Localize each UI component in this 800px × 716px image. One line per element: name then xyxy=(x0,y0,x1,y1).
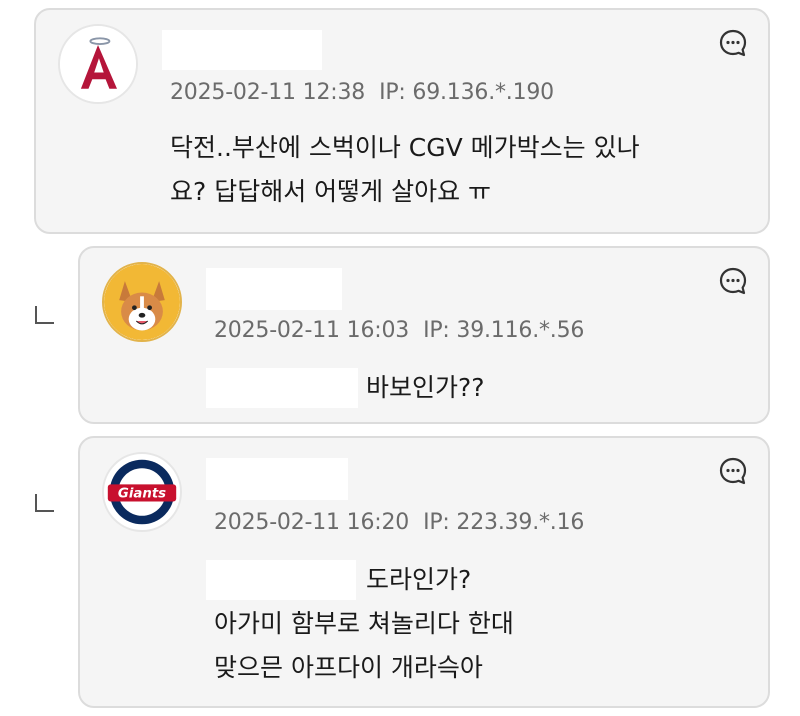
comment-line: 맞으믄 아프다이 개라슥아 xyxy=(214,653,483,682)
redacted-mention xyxy=(206,368,358,408)
avatar-wordmark: Giants xyxy=(118,487,166,502)
comment-ip: IP: 69.136.*.190 xyxy=(379,80,554,105)
redacted-mention xyxy=(206,560,356,600)
avatar-giants-logo[interactable]: Giants xyxy=(102,452,182,532)
comment-ip: IP: 39.116.*.56 xyxy=(423,318,585,343)
comment-body: 아가미 함부로 쳐놀리다 한대 맞으믄 아프다이 개라슥아 xyxy=(214,602,514,690)
avatar-angels-logo[interactable]: A xyxy=(58,24,138,104)
redacted-username xyxy=(162,30,322,70)
comment-date: 2025-02-11 16:20 xyxy=(214,510,410,535)
comment-card-3: Giants 2025-02-11 16:20 IP: 223.39.*.16 도… xyxy=(78,436,770,708)
redacted-username xyxy=(206,268,342,310)
comment-reply-icon[interactable] xyxy=(718,28,748,58)
comment-meta: 2025-02-11 16:20 IP: 223.39.*.16 xyxy=(214,510,584,535)
comment-ip: IP: 223.39.*.16 xyxy=(423,510,585,535)
comment-line: 바보인가?? xyxy=(366,373,485,402)
comment-line: 닥전..부산에 스벅이나 CGV 메가박스는 있나 xyxy=(170,133,640,162)
comment-body: 바보인가?? xyxy=(366,366,485,410)
avatar-dog[interactable] xyxy=(102,262,182,342)
comment-reply-icon[interactable] xyxy=(718,456,748,486)
comment-line: 요? 답답해서 어떻게 살아요 ㅠ xyxy=(170,177,492,206)
thread-reply-marker-icon xyxy=(34,306,54,326)
redacted-username xyxy=(206,458,348,500)
comment-date: 2025-02-11 12:38 xyxy=(170,80,366,105)
thread-reply-marker-icon xyxy=(34,494,54,514)
comment-meta: 2025-02-11 16:03 IP: 39.116.*.56 xyxy=(214,318,584,343)
comment-line: 아가미 함부로 쳐놀리다 한대 xyxy=(214,609,514,638)
comment-card-2: 2025-02-11 16:03 IP: 39.116.*.56 바보인가?? xyxy=(78,246,770,424)
comment-meta: 2025-02-11 12:38 IP: 69.136.*.190 xyxy=(170,80,554,105)
comment-reply-icon[interactable] xyxy=(718,266,748,296)
comment-body: 닥전..부산에 스벅이나 CGV 메가박스는 있나 요? 답답해서 어떻게 살아… xyxy=(170,126,640,214)
comment-date: 2025-02-11 16:03 xyxy=(214,318,410,343)
comment-line: 도라인가? xyxy=(366,565,472,594)
comment-body-first-line: 도라인가? xyxy=(366,558,471,602)
comment-card-1: A 2025-02-11 12:38 IP: 69.136.*.190 닥전..부… xyxy=(34,8,770,234)
